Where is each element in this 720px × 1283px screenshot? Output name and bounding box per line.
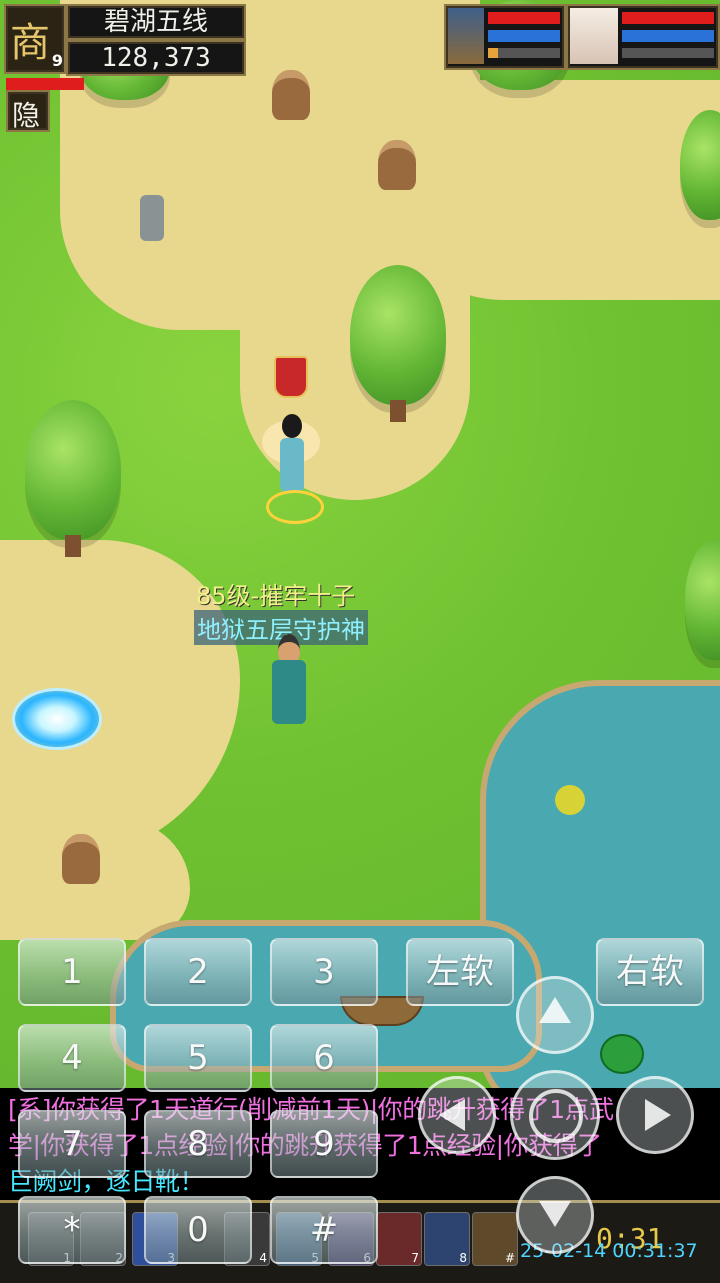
player-aura [266, 490, 324, 524]
tree [350, 265, 446, 405]
hide-label: 隐 [12, 99, 41, 132]
dpad-right-button[interactable] [616, 1076, 694, 1154]
teleport-portal[interactable] [12, 688, 102, 750]
key-star[interactable]: * [18, 1196, 126, 1264]
pet-portrait [448, 8, 484, 64]
slot-number: 8 [459, 1251, 467, 1265]
key-4[interactable]: 4 [18, 1024, 126, 1092]
key-1[interactable]: 1 [18, 938, 126, 1006]
left-soft-key[interactable]: 左软 [406, 938, 514, 1006]
team-flag-icon [274, 356, 308, 398]
player-portrait [570, 8, 618, 64]
key-7[interactable]: 7 [18, 1110, 126, 1178]
location-icon-box[interactable]: 商 9 [4, 4, 66, 74]
player-exp-bar [622, 48, 714, 58]
slot-number: 7 [411, 1251, 419, 1265]
key-6[interactable]: 6 [270, 1024, 378, 1092]
arrow-up-icon [539, 997, 571, 1023]
tree-stump [272, 70, 310, 120]
tree [25, 400, 121, 540]
lily-pad [600, 1034, 644, 1074]
pet-status-panel[interactable] [444, 4, 566, 70]
slot-number: # [504, 1251, 515, 1265]
map-name: 碧湖五线 [103, 7, 208, 37]
map-name-box: 碧湖五线 [66, 4, 246, 40]
level-badge: 9 [51, 51, 63, 70]
key-5[interactable]: 5 [144, 1024, 252, 1092]
dpad-center-button[interactable] [510, 1070, 600, 1160]
key-9[interactable]: 9 [270, 1110, 378, 1178]
key-8[interactable]: 8 [144, 1110, 252, 1178]
pet-hp-bar [488, 12, 560, 24]
slot-number: 4 [259, 1251, 267, 1265]
tree [685, 540, 720, 660]
player-character[interactable] [262, 410, 324, 524]
key-2[interactable]: 2 [144, 938, 252, 1006]
tree-trunk [390, 400, 406, 422]
currency-value: 128,373 [101, 43, 211, 73]
npc-character[interactable] [266, 630, 312, 730]
pet-mp-bar [488, 30, 560, 42]
tree-stump [378, 140, 416, 190]
key-3[interactable]: 3 [270, 938, 378, 1006]
right-soft-key[interactable]: 右软 [596, 938, 704, 1006]
merchant-icon: 商 [10, 20, 50, 66]
player-mp-bar [622, 30, 714, 42]
pet-exp-bar [488, 48, 560, 58]
skill-slot-7[interactable]: 7 [376, 1212, 422, 1266]
player-hp-bar [622, 12, 714, 24]
tree-trunk [65, 535, 81, 557]
arrow-left-icon [439, 1099, 465, 1131]
dpad-down-button[interactable] [516, 1176, 594, 1254]
arrow-right-icon [645, 1099, 671, 1131]
skill-slot-8[interactable]: 8 [424, 1212, 470, 1266]
dpad-left-button[interactable] [418, 1076, 496, 1154]
arrow-down-icon [539, 1201, 571, 1227]
npc-body [272, 660, 306, 724]
player-status-panel[interactable] [566, 4, 720, 70]
player-hp-strip [6, 78, 84, 90]
player-head [282, 414, 302, 438]
stone-marker [140, 195, 164, 241]
lily-pad [555, 785, 585, 815]
key-hash[interactable]: # [270, 1196, 378, 1264]
dpad-up-button[interactable] [516, 976, 594, 1054]
tree-stump [62, 834, 100, 884]
skill-slot-9[interactable]: # [472, 1212, 518, 1266]
currency-box: 128,373 [66, 40, 246, 76]
hide-toggle-button[interactable]: 隐 [6, 90, 50, 132]
player-body [280, 438, 304, 492]
center-ring-icon [529, 1089, 583, 1143]
npc-name-label[interactable]: 85级-摧牢十子 [196, 576, 355, 611]
key-0[interactable]: 0 [144, 1196, 252, 1264]
